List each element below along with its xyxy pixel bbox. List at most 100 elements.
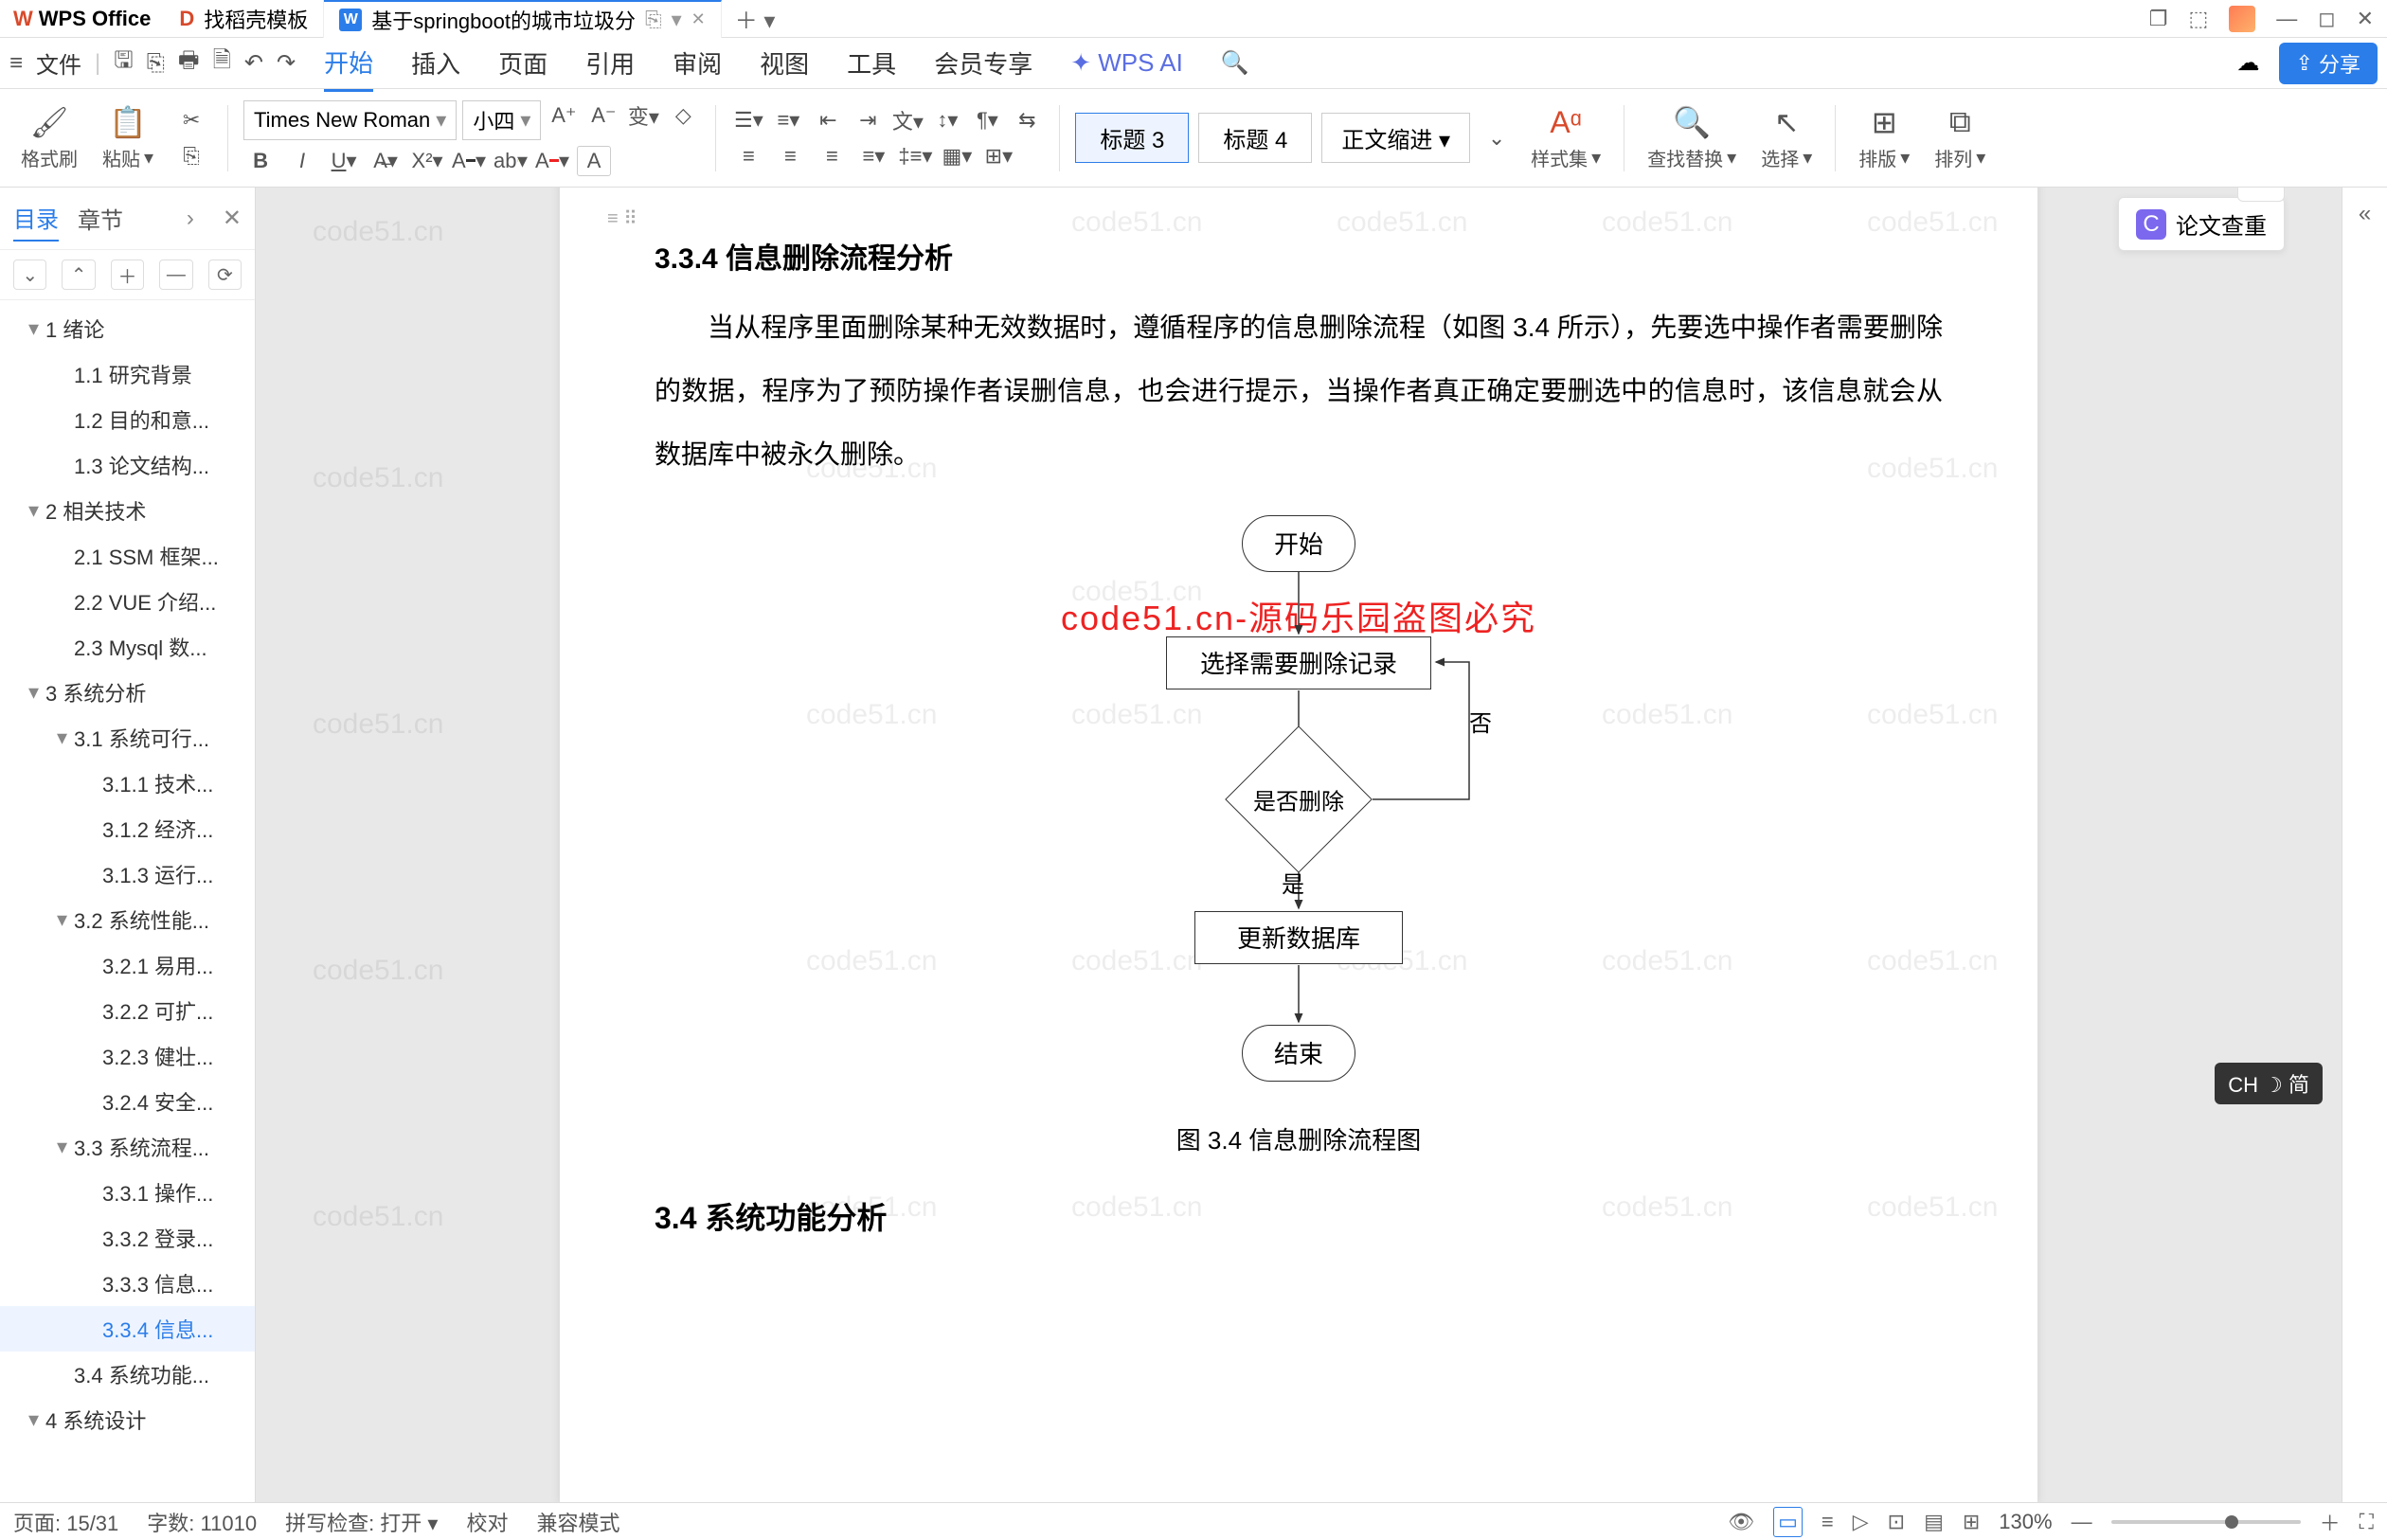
align-justify-button[interactable]: ≡▾ (856, 141, 890, 171)
outline-item[interactable]: ▾2 相关技术 (0, 488, 255, 533)
menu-tab-vip[interactable]: 会员专享 (934, 36, 1032, 90)
underline-button[interactable]: U▾ (327, 146, 361, 176)
ime-indicator[interactable]: CH ☽ 简 (2215, 1063, 2323, 1104)
tab-button[interactable]: ⇆ (1010, 105, 1044, 135)
outline-item[interactable]: 3.2.2 可扩... (0, 988, 255, 1033)
tab-preview-icon[interactable]: ⎘ (645, 8, 662, 32)
maximize-icon[interactable]: ◻ (2318, 7, 2335, 31)
document-area[interactable]: code51.cn code51.cn code51.cn code51.cn … (256, 188, 2342, 1502)
status-spell[interactable]: 拼写检查: 打开 ▾ (285, 1507, 438, 1537)
share-button[interactable]: ⇪ 分享 (2279, 43, 2378, 84)
refresh-button[interactable]: ⟳ (208, 260, 242, 290)
redo-icon[interactable]: ↷ (277, 49, 296, 77)
view-outline-icon[interactable]: ≡ (1822, 1510, 1834, 1534)
menu-icon[interactable]: ≡ (9, 50, 23, 77)
outline-item[interactable]: ▾3.3 系统流程... (0, 1124, 255, 1170)
menu-tab-start[interactable]: 开始 (324, 35, 373, 92)
select-button[interactable]: ↖ 选择 ▾ (1753, 104, 1820, 171)
menu-tab-ai[interactable]: ✦ WPS AI (1070, 39, 1183, 87)
status-proof[interactable]: 校对 (466, 1507, 508, 1537)
collapse-button[interactable]: ⌄ (13, 260, 46, 290)
align-left-button[interactable]: ≡ (731, 141, 765, 171)
line-spacing-button[interactable]: ‡≡▾ (898, 141, 932, 171)
bold-button[interactable]: B (243, 146, 278, 176)
save-icon[interactable]: 🖫 (114, 44, 133, 82)
print-preview-icon[interactable]: 🗎 (213, 44, 231, 82)
outline-item[interactable]: 2.1 SSM 框架... (0, 533, 255, 579)
align-center-button[interactable]: ≡ (773, 141, 807, 171)
rp-expand-icon[interactable]: « (2348, 197, 2382, 231)
outline-item[interactable]: ▾3.2 系统性能... (0, 897, 255, 942)
zoom-slider[interactable] (2111, 1520, 2301, 1524)
tab-document[interactable]: W 基于springboot的城市垃圾分 ⎘ ▾ ✕ (324, 0, 722, 38)
text-direction-button[interactable]: 文▾ (890, 105, 924, 135)
paste-button[interactable]: 📋 粘贴 ▾ (95, 104, 161, 171)
sidebar-next-icon[interactable]: › (187, 206, 194, 232)
sort-button[interactable]: ↕▾ (930, 105, 964, 135)
menu-tab-review[interactable]: 审阅 (673, 36, 722, 90)
new-tab-button[interactable]: ＋ ▾ (722, 2, 789, 35)
format-painter-button[interactable]: 🖌 格式刷 (13, 104, 85, 171)
shading-button[interactable]: ▦▾ (940, 141, 974, 171)
user-avatar[interactable] (2229, 6, 2255, 32)
outline-item[interactable]: 3.3.2 登录... (0, 1215, 255, 1261)
menu-tab-view[interactable]: 视图 (760, 36, 809, 90)
text-effect-button[interactable]: A▾ (535, 146, 569, 176)
view-grid-icon[interactable]: ⊞ (1963, 1510, 1980, 1534)
minimize-icon[interactable]: — (2276, 7, 2297, 31)
sidebar-close-icon[interactable]: ✕ (223, 205, 242, 232)
fullscreen-icon[interactable]: ⛶ (2360, 1510, 2374, 1534)
highlight-button[interactable]: ab▾ (494, 146, 528, 176)
arrange-button[interactable]: ⊞ 排版 ▾ (1851, 104, 1917, 171)
window-multi-icon[interactable]: ❐ (2149, 7, 2168, 31)
number-list-button[interactable]: ≡▾ (771, 105, 805, 135)
outline-item[interactable]: 1.3 论文结构... (0, 442, 255, 488)
font-color-button[interactable]: A▾ (452, 146, 486, 176)
style-gallery-expand[interactable]: ⌄ (1480, 123, 1514, 153)
view-read-icon[interactable]: 👁 (1728, 1510, 1754, 1534)
outline-item[interactable]: ▾1 绪论 (0, 306, 255, 351)
outline-item[interactable]: ▾4 系统设计 (0, 1397, 255, 1442)
search-icon[interactable]: 🔍 (1221, 49, 1249, 77)
italic-button[interactable]: I (285, 146, 319, 176)
expand-button[interactable]: ⌃ (62, 260, 95, 290)
bullet-list-button[interactable]: ☰▾ (731, 105, 765, 135)
tab-close-icon[interactable]: ✕ (691, 9, 706, 29)
font-size-select[interactable]: 小四 ▾ (462, 100, 541, 140)
style-heading4[interactable]: 标题 4 (1198, 113, 1312, 163)
undo-icon[interactable]: ↶ (244, 49, 263, 77)
zoom-out-button[interactable]: — (2072, 1510, 2092, 1534)
find-replace-button[interactable]: 🔍 查找替换 ▾ (1640, 104, 1744, 171)
outline-item[interactable]: 3.1.1 技术... (0, 761, 255, 806)
paragraph-handle[interactable]: ≡ ⠿ (607, 206, 637, 230)
style-body-indent[interactable]: 正文缩进 ▾ (1321, 113, 1470, 163)
view-focus-icon[interactable]: ⊡ (1888, 1510, 1905, 1534)
copy-button[interactable]: ⎘ (174, 141, 208, 171)
outline-item[interactable]: 3.3.3 信息... (0, 1261, 255, 1306)
align-button[interactable]: ⧉ 排列 ▾ (1927, 104, 1993, 171)
outline-item[interactable]: 3.2.1 易用... (0, 942, 255, 988)
outline-item[interactable]: 3.2.4 安全... (0, 1079, 255, 1124)
export-icon[interactable]: ⎘ (147, 50, 165, 77)
collapse-ribbon-button[interactable]: ⌃ (2237, 188, 2285, 202)
status-words[interactable]: 字数: 11010 (147, 1507, 257, 1537)
tab-templates[interactable]: D 找稻壳模板 (164, 0, 324, 38)
increase-indent-button[interactable]: ⇥ (851, 105, 885, 135)
outline-item[interactable]: 3.4 系统功能... (0, 1352, 255, 1397)
outline-item[interactable]: 2.2 VUE 介绍... (0, 579, 255, 624)
status-page[interactable]: 页面: 15/31 (13, 1507, 118, 1537)
cloud-icon[interactable]: ☁ (2237, 49, 2260, 77)
menu-tab-page[interactable]: 页面 (498, 36, 547, 90)
outline-item[interactable]: 1.1 研究背景 (0, 351, 255, 397)
outline-item[interactable]: ▾3.1 系统可行... (0, 715, 255, 761)
cube-icon[interactable]: ⬚ (2189, 7, 2209, 31)
sidebar-tab-chapters[interactable]: 章节 (78, 196, 123, 241)
view-page-icon[interactable]: ▭ (1773, 1507, 1803, 1537)
add-button[interactable]: ＋ (111, 260, 144, 290)
border-button[interactable]: ⊞▾ (981, 141, 1015, 171)
char-shading-button[interactable]: A (577, 146, 611, 176)
grow-font-button[interactable]: A⁺ (547, 100, 581, 131)
outline-item[interactable]: ▾3 系统分析 (0, 670, 255, 715)
superscript-button[interactable]: X²▾ (410, 146, 444, 176)
file-menu[interactable]: 文件 (36, 37, 81, 89)
